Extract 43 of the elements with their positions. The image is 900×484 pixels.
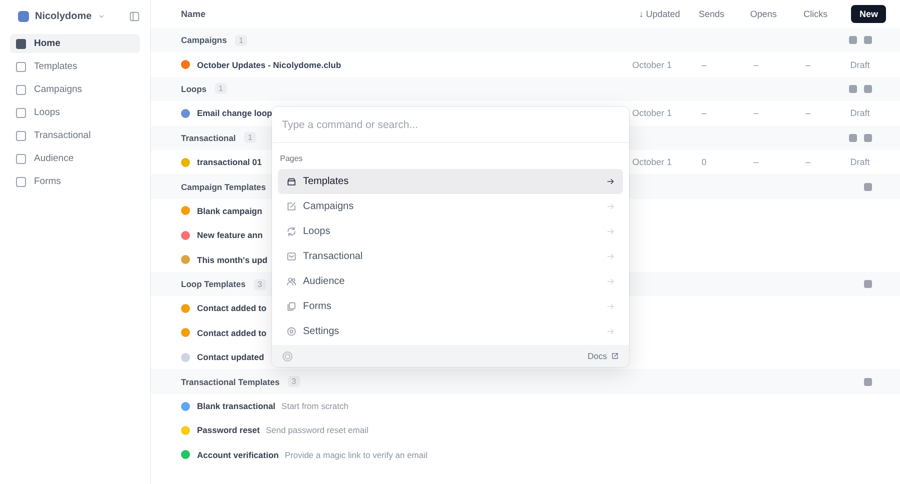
section-title: Loop Templates [181, 279, 246, 290]
count-badge: 1 [234, 34, 248, 46]
section-title: Transactional [181, 132, 236, 143]
section-title: Transactional Templates [181, 376, 280, 387]
table-cell-text: – [752, 108, 760, 118]
count-badge: 3 [288, 376, 300, 388]
item-name: Account verification [197, 450, 279, 460]
section-title: Loops [181, 84, 206, 94]
item-description: Provide a magic link to verify an email [284, 450, 428, 460]
table-cell-text: October 1 [631, 60, 673, 70]
item-name: Password reset [197, 425, 260, 436]
column-header: Name [181, 9, 207, 19]
table-cell-text: Draft [849, 157, 871, 168]
count-badge: 3 [254, 278, 266, 290]
table-cell-text: – [700, 108, 708, 118]
item-name: Blank transactional [197, 401, 276, 412]
item-description: Send password reset email [266, 425, 368, 436]
item-name: Blank campaign [197, 206, 262, 216]
item-name: October Updates - Nicolydome.club [197, 60, 342, 70]
item-name: Email change loop [197, 108, 272, 118]
table-cell-text: – [804, 108, 812, 118]
section-title: Campaigns [181, 35, 227, 46]
table-cell-text: – [752, 157, 760, 168]
table-cell-text: – [752, 60, 760, 70]
item-name: Contact updated [197, 352, 264, 362]
group-label: Pages [279, 153, 304, 165]
table-cell-text: – [700, 60, 708, 70]
table-cell-text: October 1 [631, 108, 673, 118]
item-name: Contact added to [197, 328, 266, 338]
table-cell-text: October 1 [631, 157, 673, 168]
table-cell-text: 0 [700, 157, 708, 168]
table-cell-text: – [804, 60, 812, 70]
item-description: Start from scratch [281, 401, 348, 412]
item-name: New feature ann [197, 230, 263, 240]
table-cell-text: Draft [849, 60, 871, 70]
item-name: This month's upd [197, 254, 268, 265]
section-title: Campaign Templates [181, 182, 266, 192]
count-badge: 1 [244, 132, 256, 144]
count-badge: 1 [214, 83, 227, 94]
item-name: Contact added to [197, 303, 266, 314]
table-cell-text: Draft [849, 108, 871, 118]
item-name: transactional 01 [197, 157, 262, 168]
table-cell-text: – [804, 157, 812, 168]
